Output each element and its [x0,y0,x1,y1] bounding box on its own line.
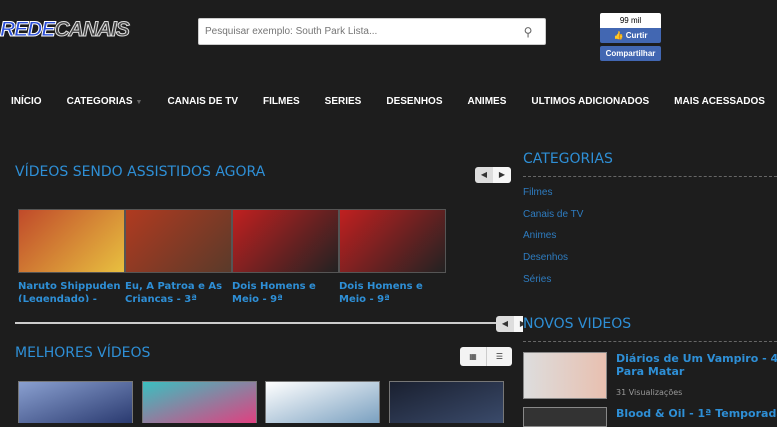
video-caption[interactable]: Dois Homens e Meio - 9ª [232,280,337,302]
search-icon[interactable]: ⚲ [511,25,545,39]
video-thumbnail[interactable] [339,209,446,273]
nav-ultimos[interactable]: ULTIMOS ADICIONADOS [531,96,649,107]
best-video-thumbnail[interactable] [265,381,380,423]
category-link[interactable]: Canais de TV [523,209,583,220]
view-toggle: ▦ ☰ [460,347,512,366]
new-video-title[interactable]: Diários de Um Vampiro - 4ª TePara Matar [616,352,777,378]
new-video-title[interactable]: Blood & Oil - 1ª Temporada (Le [616,407,777,420]
site-logo[interactable]: REDECANAIS [0,18,130,42]
facebook-widget: 99 mil 👍 Curtir Compartilhar [600,13,661,61]
best-video-thumbnail[interactable] [388,381,504,423]
best-video-thumbnail[interactable] [141,381,257,423]
categories-title: CATEGORIAS [523,151,613,167]
video-caption[interactable]: Eu, A Patroa e As Crianças - 3ª [125,280,230,302]
main-nav: INÍCIO CATEGORIAS ▼ CANAIS DE TV FILMES S… [11,96,777,107]
view-count: 31 Visualizações [616,388,683,397]
video-thumbnail[interactable] [18,209,125,273]
prev-arrow-icon[interactable]: ◀ [475,167,493,183]
best-title: MELHORES VÍDEOS [15,345,151,361]
divider [523,176,777,177]
new-videos-title: NOVOS VIDEOS [523,316,632,332]
watching-carousel-arrows: ◀ ▶ [475,167,511,183]
new-video-thumb[interactable] [523,407,607,427]
nav-inicio[interactable]: INÍCIO [11,96,42,107]
video-caption[interactable]: Dois Homens e Meio - 9ª [339,280,444,302]
nav-series[interactable]: SERIES [325,96,362,107]
grid-icon[interactable]: ▦ [460,347,486,366]
nav-categorias[interactable]: CATEGORIAS ▼ [67,96,143,107]
watching-title: VÍDEOS SENDO ASSISTIDOS AGORA [15,164,266,180]
prev-arrow-icon[interactable]: ◀ [496,316,514,332]
category-link[interactable]: Desenhos [523,252,568,263]
caret-down-icon: ▼ [135,99,143,106]
nav-desenhos[interactable]: DESENHOS [386,96,442,107]
nav-filmes[interactable]: FILMES [263,96,300,107]
search-box: ⚲ [198,18,546,45]
like-count: 99 mil [600,13,661,28]
video-thumbnail[interactable] [125,209,232,273]
best-video-thumbnail[interactable] [18,381,133,423]
share-button[interactable]: Compartilhar [600,46,661,61]
video-caption[interactable]: Naruto Shippuden (Legendado) - [18,280,123,302]
new-video-thumb[interactable] [523,352,607,399]
like-button[interactable]: 👍 Curtir [600,28,661,43]
nav-canais[interactable]: CANAIS DE TV [167,96,238,107]
divider [523,341,777,342]
list-icon[interactable]: ☰ [486,347,512,366]
video-thumbnail[interactable] [232,209,339,273]
category-link[interactable]: Filmes [523,187,552,198]
nav-animes[interactable]: ANIMES [467,96,506,107]
search-input[interactable] [199,26,511,37]
category-link[interactable]: Animes [523,230,556,241]
next-arrow-icon[interactable]: ▶ [493,167,511,183]
nav-mais-acessados[interactable]: MAIS ACESSADOS [674,96,765,107]
category-link[interactable]: Séries [523,274,551,285]
carousel-scrollbar[interactable] [15,322,500,324]
